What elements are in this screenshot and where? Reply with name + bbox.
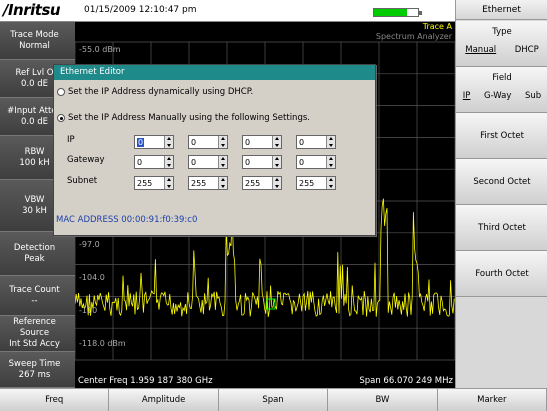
y-axis-label: -104.0 (79, 273, 105, 282)
dhcp-radio[interactable] (57, 88, 65, 96)
ethernet-editor-dialog: Ethernet Editor Set the IP Address dynam… (53, 64, 376, 236)
manual-option[interactable]: Set the IP Address Manually using the fo… (57, 113, 310, 123)
fourth-octet-button[interactable]: Fourth Octet (456, 251, 547, 297)
gateway-label: Gateway (67, 155, 105, 165)
y-axis-label-bottom: -118.0 dBm (79, 339, 126, 348)
third-octet-button[interactable]: Third Octet (456, 205, 547, 251)
freq-menu-button[interactable]: Freq (0, 389, 110, 411)
bw-menu-button[interactable]: BW (328, 389, 438, 411)
dhcp-option[interactable]: Set the IP Address dynamically using DHC… (57, 87, 253, 97)
right-softkey-panel: Ethernet Type Manual DHCP Field IP G-Way… (455, 0, 547, 388)
status-bar: /Inritsu 01/15/2009 12:10:47 pm (0, 0, 455, 22)
trace-mode-button[interactable]: Trace Mode Normal (0, 22, 75, 60)
sweep-time-button[interactable]: Sweep Time 267 ms (0, 352, 75, 388)
field-option-subnet[interactable]: Sub (525, 91, 541, 101)
field-option-ip[interactable]: IP (463, 91, 471, 101)
subnet-octet-4[interactable]: 255 (296, 176, 336, 190)
span-readout: Span 66.070 249 MHz (359, 376, 453, 386)
gateway-octet-3[interactable]: 0 (242, 155, 282, 169)
ip-octet-3[interactable]: 0 (242, 135, 282, 149)
gateway-octet-4[interactable]: 0 (296, 155, 336, 169)
dialog-title: Ethernet Editor (54, 65, 375, 80)
trace-count-button[interactable]: Trace Count -- (0, 276, 75, 316)
frequency-footer: Center Freq 1.959 187 380 GHz Span 66.07… (75, 374, 455, 388)
mac-address: MAC ADDRESS 00:00:91:f0:39:c0 (56, 215, 198, 225)
ip-octet-4[interactable]: 0 (296, 135, 336, 149)
amplitude-menu-button[interactable]: Amplitude (109, 389, 219, 411)
span-menu-button[interactable]: Span (218, 389, 329, 411)
main-menu-bar: Freq Amplitude Span BW Marker (0, 388, 547, 411)
second-octet-button[interactable]: Second Octet (456, 159, 547, 205)
y-axis-label: -110 (79, 306, 98, 315)
reference-source-button[interactable]: Reference Source Int Std Accy (0, 316, 75, 352)
subnet-octet-2[interactable]: 255 (188, 176, 228, 190)
field-option-gateway[interactable]: G-Way (484, 91, 511, 101)
first-octet-button[interactable]: First Octet (456, 113, 547, 159)
battery-icon (373, 8, 422, 17)
detection-button[interactable]: Detection Peak (0, 232, 75, 276)
ip-octet-2[interactable]: 0 (188, 135, 228, 149)
menu-title: Ethernet (456, 0, 547, 20)
y-axis-label: -97.0 (79, 240, 100, 249)
brand-logo: /Inritsu (3, 1, 61, 19)
center-freq-readout: Center Freq 1.959 187 380 GHz (78, 376, 213, 386)
trace-label: Trace A (422, 22, 452, 31)
gateway-octet-1[interactable]: 0 (134, 155, 174, 169)
ip-octet-1[interactable]: 0 (134, 135, 174, 149)
type-option-dhcp[interactable]: DHCP (515, 45, 539, 55)
marker-menu-button[interactable]: Marker (437, 389, 547, 411)
type-softkey[interactable]: Type Manual DHCP (456, 21, 547, 67)
ip-label: IP (67, 135, 75, 145)
manual-radio[interactable] (57, 114, 65, 122)
subnet-octet-1[interactable]: 255 (134, 176, 174, 190)
type-option-manual[interactable]: Manual (465, 45, 496, 55)
field-softkey[interactable]: Field IP G-Way Sub (456, 67, 547, 113)
y-axis-label-top: -55.0 dBm (79, 45, 121, 54)
mode-label: Spectrum Analyzer (375, 32, 452, 41)
subnet-octet-3[interactable]: 255 (242, 176, 282, 190)
subnet-label: Subnet (67, 176, 98, 186)
trace-info: Trace A Spectrum Analyzer (376, 22, 452, 42)
gateway-octet-2[interactable]: 0 (188, 155, 228, 169)
datetime: 01/15/2009 12:10:47 pm (84, 5, 197, 15)
